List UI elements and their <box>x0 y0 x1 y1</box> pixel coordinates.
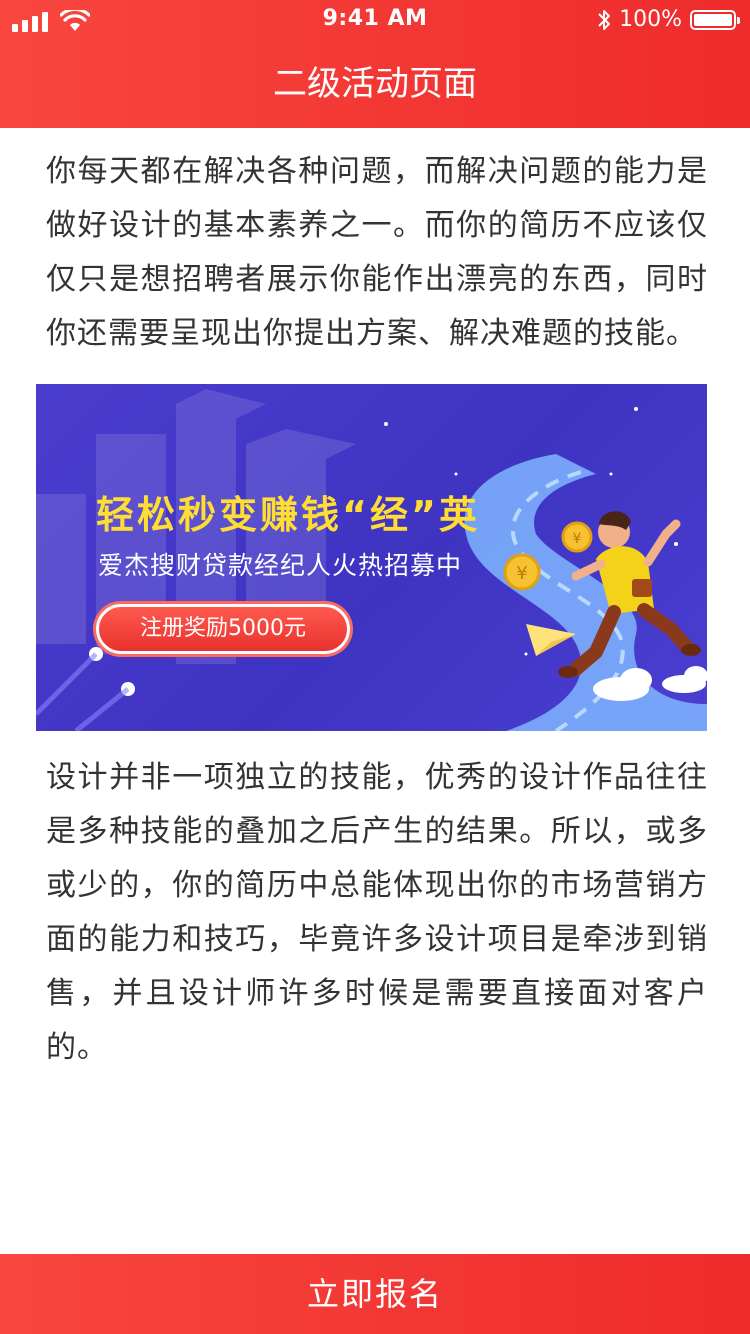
svg-text:¥: ¥ <box>573 531 582 547</box>
bluetooth-icon <box>598 9 611 30</box>
banner-title: 轻松秒变赚钱“经”英 <box>96 493 480 537</box>
svg-text:¥: ¥ <box>516 563 527 584</box>
battery-percent: 100% <box>619 7 682 32</box>
body-paragraph: 设计并非一项独立的技能，优秀的设计作品往往是多种技能的叠加之后产生的结果。所以，… <box>46 760 708 1065</box>
intro-paragraph: 你每天都在解决各种问题，而解决问题的能力是做好设计的基本素养之一。而你的简历不应… <box>46 154 708 351</box>
status-bar: 9:41 AM 100% <box>0 0 750 40</box>
header: 9:41 AM 100% 二级活动页面 <box>0 0 750 128</box>
banner-subtitle: 爱杰搜财贷款经纪人火热招募中 <box>98 551 463 580</box>
signup-button[interactable]: 立即报名 <box>0 1254 750 1334</box>
page-title: 二级活动页面 <box>273 64 477 104</box>
promo-banner[interactable]: ¥ ¥ 轻松秒变赚钱“经”英 爱杰搜财贷款经纪人火热招募中 注册奖励5000元 <box>36 384 707 731</box>
register-reward-button[interactable]: 注册奖励5000元 <box>96 604 350 654</box>
battery-icon <box>690 9 740 30</box>
